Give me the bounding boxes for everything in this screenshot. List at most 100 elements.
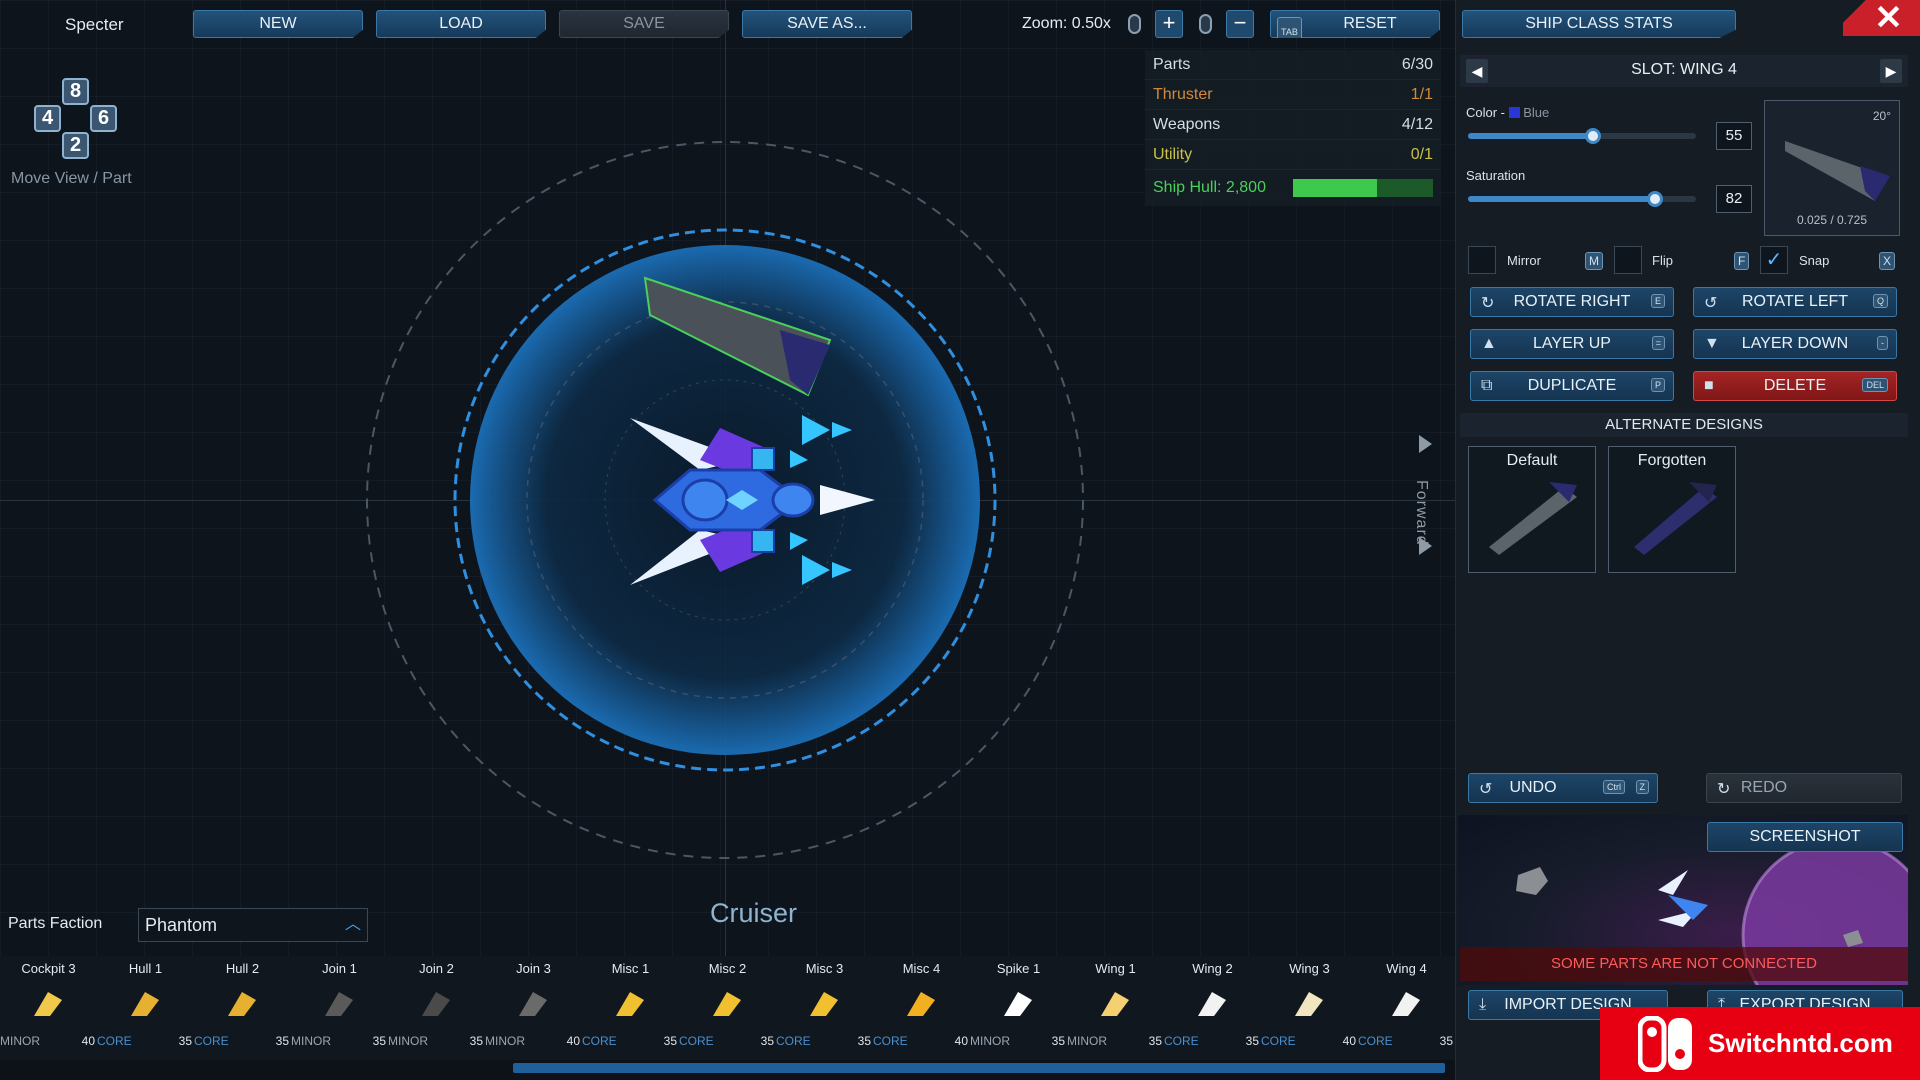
part-item[interactable]: Misc 4 CORE 40 [873, 956, 970, 1060]
undo-icon: ↺ [1479, 781, 1493, 798]
zoom-level: Zoom: 0.50x [1022, 15, 1111, 32]
part-item[interactable]: Wing 2 CORE 35 [1164, 956, 1261, 1060]
mouse-scroll-icon [1128, 14, 1141, 34]
part-name: Join 2 [419, 961, 454, 976]
part-item[interactable]: Wing 4 CORE 35 [1358, 956, 1455, 1060]
layer-down-key-icon: - [1877, 336, 1888, 350]
parts-palette: Cockpit 3 MINOR 40 Hull 1 CORE 35 Hull 2 CORE 35… [0, 956, 1455, 1060]
ship-class-stats-button[interactable]: SHIP CLASS STATS [1462, 10, 1736, 38]
part-item[interactable]: Hull 1 CORE 35 [97, 956, 194, 1060]
part-cost: 35 [1439, 1034, 1453, 1048]
snap-checkbox[interactable]: ✓ [1760, 246, 1788, 274]
part-cost: 40 [566, 1034, 580, 1048]
forward-label: Forward [1413, 480, 1430, 546]
part-name: Misc 4 [902, 961, 941, 976]
part-icon [1392, 992, 1420, 1016]
part-cost: 35 [760, 1034, 774, 1048]
color-slider[interactable] [1468, 128, 1696, 144]
part-tier: CORE [776, 1034, 811, 1048]
part-item[interactable]: Wing 1 MINOR 35 [1067, 956, 1164, 1060]
color-label-text: Color - [1466, 105, 1509, 120]
ship-stats-panel: Parts 6/30 Thruster 1/1 Weapons 4/12 Uti… [1145, 50, 1441, 206]
duplicate-button[interactable]: ⧉ DUPLICATE P [1470, 371, 1674, 401]
color-slider-fill [1468, 133, 1594, 139]
part-icon [228, 992, 256, 1016]
undo-button[interactable]: ↺ UNDO Ctrl Z [1468, 773, 1658, 803]
screenshot-button[interactable]: SCREENSHOT [1707, 822, 1903, 852]
part-item[interactable]: Cockpit 3 MINOR 40 [0, 956, 97, 1060]
save-as-button[interactable]: SAVE AS... [742, 10, 912, 38]
delete-key-icon: DEL [1862, 378, 1888, 392]
layer-down-button[interactable]: ▼ LAYER DOWN - [1693, 329, 1897, 359]
rotate-right-key-icon: E [1650, 294, 1665, 308]
key-8-icon: 8 [62, 78, 89, 105]
save-button[interactable]: SAVE [559, 10, 729, 38]
layer-up-button[interactable]: ▲ LAYER UP = [1470, 329, 1674, 359]
part-item[interactable]: Misc 3 CORE 35 [776, 956, 873, 1060]
part-item[interactable]: Join 2 MINOR 35 [388, 956, 485, 1060]
part-item[interactable]: Join 3 MINOR 40 [485, 956, 582, 1060]
part-icon [810, 992, 838, 1016]
ship-hull-row: Ship Hull: 2,800 [1145, 170, 1441, 206]
part-item[interactable]: Join 1 MINOR 35 [291, 956, 388, 1060]
alt-design-default[interactable]: Default [1468, 446, 1596, 573]
color-value-field[interactable]: 55 [1716, 122, 1752, 150]
part-name: Wing 3 [1289, 961, 1330, 976]
part-item[interactable]: Misc 1 CORE 35 [582, 956, 679, 1060]
layer-down-label: LAYER DOWN [1741, 335, 1849, 352]
alt-design-forgotten[interactable]: Forgotten [1608, 446, 1736, 573]
zoom-out-button[interactable]: − [1226, 10, 1254, 38]
watermark-banner: Switchntd.com [1600, 1007, 1920, 1080]
saturation-slider[interactable] [1468, 191, 1696, 207]
load-button[interactable]: LOAD [376, 10, 546, 38]
layer-up-key-icon: = [1651, 336, 1665, 350]
part-tier: CORE [1261, 1034, 1296, 1048]
delete-button[interactable]: ■ DELETE DEL [1693, 371, 1897, 401]
ship-class-name: Cruiser [710, 898, 798, 928]
flip-label: Flip [1652, 253, 1673, 268]
duplicate-label: DUPLICATE [1527, 377, 1617, 394]
rotate-right-button[interactable]: ↻ ROTATE RIGHT E [1470, 287, 1674, 317]
saturation-slider-handle[interactable] [1646, 191, 1663, 207]
slot-title: SLOT: WING 4 [1631, 61, 1737, 78]
rotate-left-button[interactable]: ↺ ROTATE LEFT Q [1693, 287, 1897, 317]
part-cost: 35 [1245, 1034, 1259, 1048]
part-item[interactable]: Hull 2 CORE 35 [194, 956, 291, 1060]
trash-icon: ■ [1704, 377, 1714, 394]
stat-value: 0/1 [1410, 145, 1433, 163]
part-item[interactable]: Spike 1 MINOR 35 [970, 956, 1067, 1060]
parts-faction-select[interactable]: Phantom ︿ [138, 908, 368, 942]
part-cost: 35 [663, 1034, 677, 1048]
next-slot-icon[interactable]: ▶ [1880, 59, 1902, 83]
part-item[interactable]: Wing 3 CORE 40 [1261, 956, 1358, 1060]
part-item[interactable]: Misc 2 CORE 35 [679, 956, 776, 1060]
close-icon[interactable]: ✕ [1843, 0, 1920, 36]
ship-name[interactable]: Specter [65, 15, 124, 35]
part-tier: CORE [679, 1034, 714, 1048]
alternate-designs-header: ALTERNATE DESIGNS [1460, 413, 1908, 437]
zoom-in-button[interactable]: + [1155, 10, 1183, 38]
part-icon [131, 992, 159, 1016]
flip-checkbox[interactable] [1614, 246, 1642, 274]
rotate-left-label: ROTATE LEFT [1741, 293, 1849, 310]
saturation-value-field[interactable]: 82 [1716, 185, 1752, 213]
import-icon: ⤓ [1479, 996, 1487, 1013]
stat-row-utility: Utility 0/1 [1145, 140, 1441, 170]
new-button[interactable]: NEW [193, 10, 363, 38]
reset-button[interactable]: TAB RESET [1270, 10, 1440, 38]
reset-label: RESET [1343, 15, 1397, 32]
part-name: Misc 3 [805, 961, 844, 976]
part-icon [616, 992, 644, 1016]
triangle-down-icon: ▼ [1704, 335, 1720, 352]
part-tier: CORE [582, 1034, 617, 1048]
part-icon [1101, 992, 1129, 1016]
saturation-slider-fill [1468, 196, 1655, 202]
mirror-checkbox[interactable] [1468, 246, 1496, 274]
part-icon [1198, 992, 1226, 1016]
parts-scrollbar[interactable] [513, 1063, 1445, 1073]
redo-button[interactable]: ↻ REDO [1706, 773, 1902, 803]
rotate-right-icon: ↻ [1481, 295, 1495, 312]
stat-value: 4/12 [1401, 115, 1433, 133]
mouse-scroll-icon [1199, 14, 1212, 34]
part-cost: 35 [1148, 1034, 1162, 1048]
